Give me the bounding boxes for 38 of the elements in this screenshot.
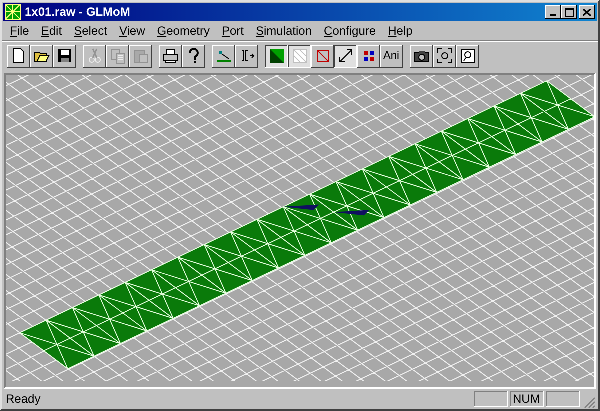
- printer-icon: [162, 48, 178, 64]
- zoom-extents-icon: [436, 48, 452, 64]
- toolbar-button[interactable]: [288, 44, 311, 68]
- menu-item[interactable]: File: [4, 24, 36, 38]
- menu-item[interactable]: Edit: [35, 24, 68, 38]
- maximize-icon: [564, 8, 574, 16]
- menu-item[interactable]: Select: [68, 24, 114, 38]
- menu-item[interactable]: View: [113, 24, 152, 38]
- status-panel: [546, 391, 580, 407]
- close-icon: [583, 8, 591, 16]
- menu-item[interactable]: Configure: [318, 24, 382, 38]
- window-title: 1x01.raw - GLMoM: [25, 5, 132, 19]
- diagonal-arrows-icon: [338, 48, 354, 64]
- clipboard-icon: [132, 48, 148, 64]
- scissors-icon: [86, 48, 102, 64]
- copy-icon: [110, 48, 126, 64]
- minimize-button[interactable]: [545, 5, 561, 19]
- status-message: Ready: [6, 392, 42, 406]
- camera-icon: [414, 48, 430, 64]
- mesh-icon: [5, 4, 21, 20]
- resize-grip-icon[interactable]: [584, 397, 596, 409]
- crossed-square-icon: [314, 48, 330, 64]
- menu-item[interactable]: Help: [382, 24, 419, 38]
- menu-item[interactable]: Port: [216, 24, 250, 38]
- hatched-square-icon: [292, 48, 308, 64]
- status-panel: NUM: [510, 391, 544, 407]
- solid-square-icon: [268, 48, 284, 64]
- status-panel: [474, 391, 508, 407]
- new-file-icon: [10, 48, 26, 64]
- close-button[interactable]: [579, 5, 595, 19]
- menu-item[interactable]: Geometry: [151, 24, 216, 38]
- toolbar-button[interactable]: Ani: [380, 44, 403, 68]
- zoom-window-icon: [460, 48, 476, 64]
- maximize-button[interactable]: [561, 5, 577, 19]
- toolbar-button[interactable]: [265, 44, 288, 68]
- menu-item[interactable]: Simulation: [250, 24, 318, 38]
- toolbar-button[interactable]: [334, 44, 357, 68]
- probe-icon: [216, 48, 232, 64]
